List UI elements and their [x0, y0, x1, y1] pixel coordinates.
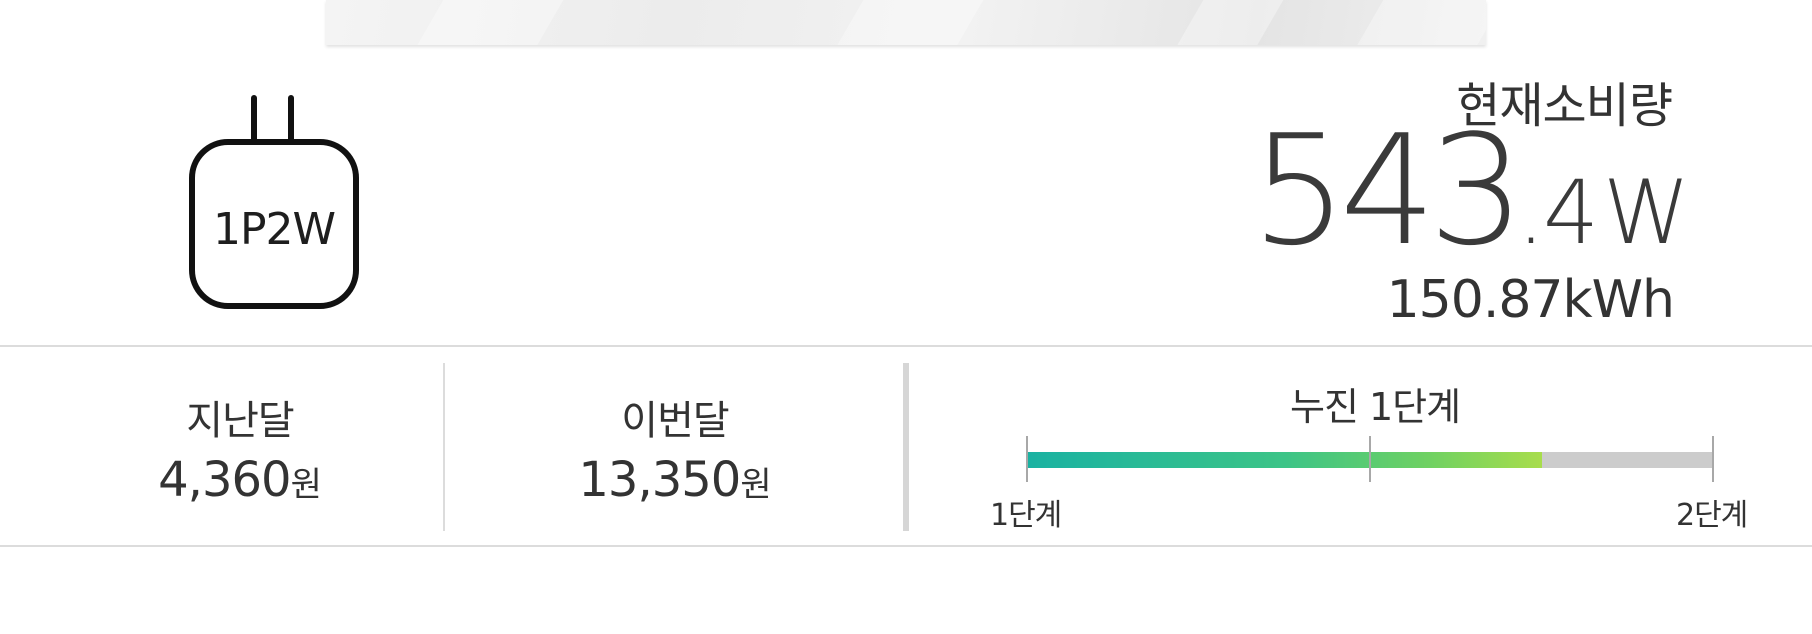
cumulative-energy: 150.87kWh	[1386, 270, 1675, 330]
last-month-value: 4,360원	[90, 452, 390, 508]
progressive-tier-fill	[1027, 452, 1542, 468]
power-decimal: .4	[1517, 161, 1599, 264]
this-month-value: 13,350원	[525, 452, 825, 508]
last-month-label: 지난달	[186, 398, 294, 444]
top-banner	[326, 0, 1486, 45]
this-month-amount: 13,350	[578, 452, 741, 508]
power-integer: 543	[1250, 102, 1525, 279]
tier-end-label: 2단계	[1676, 498, 1748, 533]
device-plug: 1P2W	[188, 94, 360, 310]
last-month-amount: 4,360	[158, 452, 291, 508]
power-unit: W	[1602, 161, 1690, 264]
tier-tick-start	[1026, 436, 1028, 482]
tier-tick-end	[1712, 436, 1714, 482]
device-type-label: 1P2W	[212, 204, 336, 255]
this-month-stat: 이번달 13,350원	[525, 388, 825, 508]
section-divider-top	[0, 345, 1812, 347]
stat-divider-1	[443, 363, 445, 531]
last-month-stat: 지난달 4,360원	[90, 388, 390, 508]
tier-tick-mid	[1369, 436, 1371, 482]
last-month-unit: 원	[290, 465, 322, 505]
stat-divider-2	[903, 363, 909, 531]
this-month-unit: 원	[740, 465, 772, 505]
this-month-label: 이번달	[621, 398, 729, 444]
tier-start-label: 1단계	[990, 498, 1062, 533]
progressive-tier-title: 누진 1단계	[1290, 385, 1461, 429]
section-divider-bottom	[0, 545, 1812, 547]
current-power-value: 543.4W	[1251, 115, 1690, 267]
plug-icon	[189, 95, 359, 309]
